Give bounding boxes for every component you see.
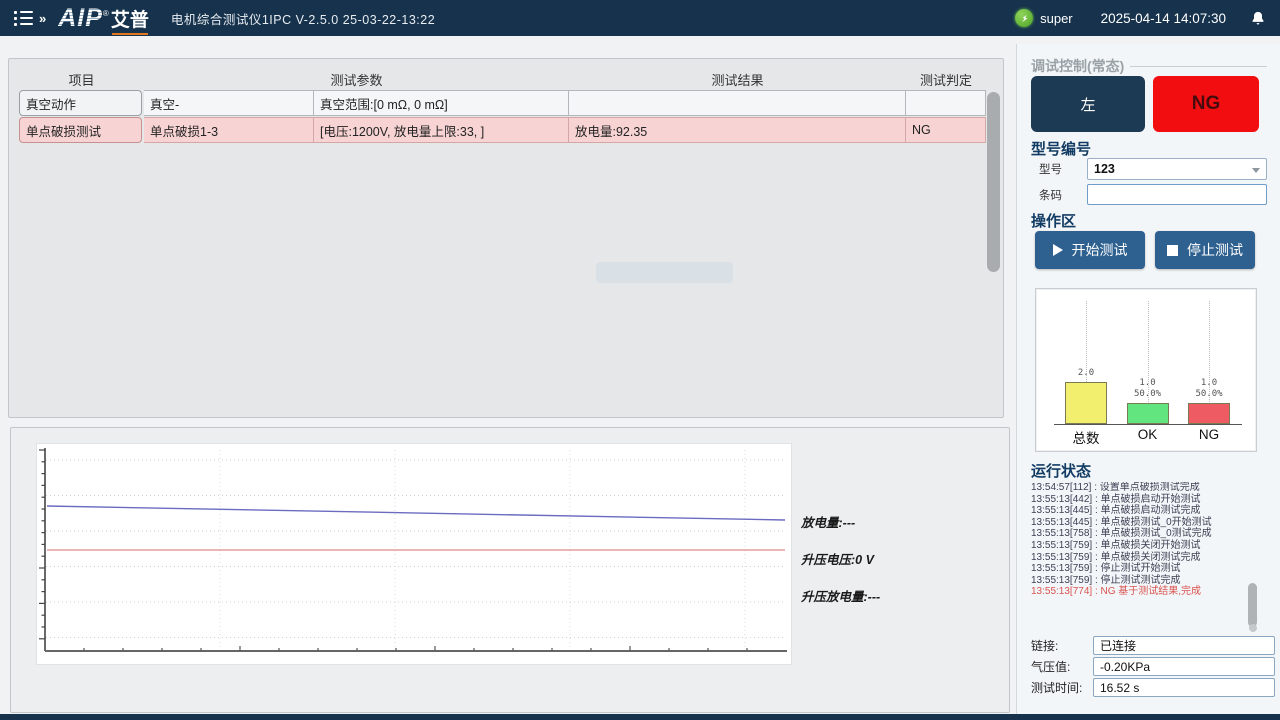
waveform-plot (36, 443, 792, 665)
play-icon (1053, 244, 1063, 256)
bar-NG (1188, 403, 1230, 424)
log-entry: 13:55:13[759] : 停止测试开始测试 (1031, 563, 1261, 575)
ng-result-indicator: NG (1153, 76, 1259, 132)
table-row[interactable]: 单点破损测试 单点破损1-3 [电压:1200V, 放电量上限:33, ] 放电… (19, 117, 986, 143)
registered-mark: ® (103, 9, 109, 18)
waveform-panel: 放电量:--- 升压电压:0 V 升压放电量:--- (10, 427, 1010, 713)
status-field-label: 链接: (1031, 637, 1093, 654)
app-title: 电机综合测试仪1IPC V-2.5.0 25-03-22-13:22 (171, 9, 435, 28)
model-select-value: 123 (1094, 162, 1115, 176)
status-field-value: -0.20KPa (1093, 657, 1275, 676)
caret-down-icon (1252, 168, 1260, 173)
stop-test-button[interactable]: 停止测试 (1155, 231, 1255, 269)
bar-OK (1127, 403, 1169, 424)
log-entry: 13:55:13[445] : 单点破损测试_0开始测试 (1031, 517, 1261, 529)
waveform-chart (37, 444, 791, 664)
control-panel: 调试控制(常态) 左 NG 型号编号 型号 123 条码 操作区 开始测试 停止… (1016, 44, 1280, 714)
model-section-title: 型号编号 (1031, 138, 1091, 159)
bar-chart-axis (1054, 424, 1242, 425)
log-entry: 13:55:13[759] : 单点破损关闭测试完成 (1031, 552, 1261, 564)
log-entry: 13:55:13[759] : 停止测试测试完成 (1031, 575, 1261, 587)
column-header-params: 测试参数 (144, 67, 569, 92)
chevron-right-icon: » (39, 11, 46, 26)
datetime-label: 2025-04-14 14:07:30 (1101, 11, 1226, 26)
status-field-row: 链接: 已连接 (1031, 636, 1275, 655)
username-label: super (1040, 11, 1073, 26)
debug-control-section-title: 调试控制(常态) (1031, 56, 1267, 76)
test-table-header: 项目 测试参数 测试结果 测试判定 (19, 67, 986, 92)
status-field-row: 测试时间: 16.52 s (1031, 678, 1275, 697)
status-field-value: 已连接 (1093, 636, 1275, 655)
column-header-item: 项目 (19, 67, 144, 92)
bottom-edge (0, 714, 1280, 720)
table-row[interactable]: 真空动作 真空- 真空范围:[0 mΩ, 0 mΩ] (19, 90, 986, 116)
cell-item: 真空动作 (19, 90, 142, 116)
status-field-label: 测试时间: (1031, 679, 1093, 696)
hamburger-icon (14, 11, 33, 26)
bar-总数 (1065, 382, 1107, 424)
log-entry: 13:55:13[759] : 单点破损关闭开始测试 (1031, 540, 1261, 552)
test-table-rows: 真空动作 真空- 真空范围:[0 mΩ, 0 mΩ] 单点破损测试 单点破损1-… (19, 90, 986, 143)
bar-value-label: 2.0 (1054, 368, 1118, 379)
bar-value-label: 1.050.0% (1177, 378, 1241, 400)
bar-category-label: NG (1177, 427, 1241, 442)
column-header-judge: 测试判定 (906, 67, 986, 92)
status-field-row: 气压值: -0.20KPa (1031, 657, 1275, 676)
cell-param-name: 单点破损1-3 (144, 117, 314, 143)
table-scrollbar[interactable] (987, 92, 1000, 272)
model-label: 型号 (1031, 161, 1087, 177)
cell-judge (906, 90, 986, 116)
cell-param-detail: [电压:1200V, 放电量上限:33, ] (314, 117, 569, 143)
status-field-value: 16.52 s (1093, 678, 1275, 697)
model-select[interactable]: 123 (1087, 158, 1267, 180)
cell-item: 单点破损测试 (19, 117, 142, 143)
barcode-input[interactable] (1087, 184, 1267, 205)
top-bar: » AIP ® 艾普 电机综合测试仪1IPC V-2.5.0 25-03-22-… (0, 0, 1280, 36)
cell-param-detail: 真空范围:[0 mΩ, 0 mΩ] (314, 90, 569, 116)
statistics-bar-chart: 2.0 总数 1.050.0% OK 1.050.0% NG (1035, 288, 1257, 452)
run-status-log[interactable]: 13:54:57[112] : 设置单点破损测试完成13:55:13[442] … (1031, 482, 1261, 624)
log-entry: 13:55:13[758] : 单点破损测试_0测试完成 (1031, 528, 1261, 540)
hamburger-menu-icon[interactable]: » (14, 11, 46, 26)
logo-aip-text: AIP (58, 4, 103, 33)
side-left-button[interactable]: 左 (1031, 76, 1145, 132)
cell-result (569, 90, 906, 116)
run-status-title: 运行状态 (1031, 460, 1091, 481)
user-badge[interactable]: super (1015, 9, 1073, 27)
ops-section-title: 操作区 (1031, 210, 1076, 231)
brand-logo: AIP ® 艾普 (58, 4, 149, 33)
column-header-result: 测试结果 (569, 67, 906, 92)
bar-category-label: OK (1116, 427, 1180, 442)
log-entry: 13:55:13[774] : NG 基于测试结果,完成 (1031, 586, 1261, 598)
bar-category-label: 总数 (1054, 427, 1118, 447)
cell-result: 放电量:92.35 (569, 117, 906, 143)
start-test-button[interactable]: 开始测试 (1035, 231, 1145, 269)
logo-cn-text: 艾普 (111, 5, 149, 32)
barcode-label: 条码 (1031, 187, 1087, 203)
log-scrollbar[interactable] (1248, 583, 1257, 627)
cell-judge: NG (906, 117, 986, 143)
boost-voltage-readout: 升压电压:0 V (801, 549, 1001, 568)
cell-param-name: 真空- (144, 90, 314, 116)
log-entry: 13:55:13[445] : 单点破损启动测试完成 (1031, 505, 1261, 517)
app-window: » AIP ® 艾普 电机综合测试仪1IPC V-2.5.0 25-03-22-… (0, 0, 1280, 720)
log-entry: 13:54:57[112] : 设置单点破损测试完成 (1031, 482, 1261, 494)
log-entry: 13:55:13[442] : 单点破损启动开始测试 (1031, 494, 1261, 506)
faint-overlay (596, 262, 733, 283)
user-status-icon (1015, 9, 1033, 27)
bar-value-label: 1.050.0% (1116, 378, 1180, 400)
log-scrollbar-cap (1249, 624, 1257, 632)
discharge-readout: 放电量:--- (801, 512, 1001, 531)
stop-square-icon (1167, 245, 1178, 256)
bell-icon[interactable] (1250, 10, 1266, 27)
test-table-panel: 项目 测试参数 测试结果 测试判定 真空动作 真空- 真空范围:[0 mΩ, 0… (8, 58, 1004, 418)
boost-discharge-readout: 升压放电量:--- (801, 586, 1001, 605)
status-field-label: 气压值: (1031, 658, 1093, 675)
